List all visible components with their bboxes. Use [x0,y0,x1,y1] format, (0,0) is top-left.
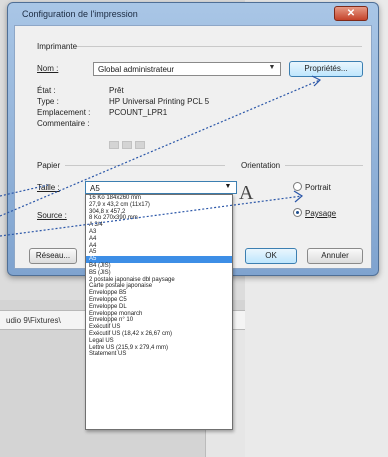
size-label: Taille : [37,183,60,192]
dropdown-option[interactable]: 27,9 x 43,2 cm (11x17) [86,202,232,209]
dropdown-option[interactable]: A 3/4 [86,222,232,229]
paper-size-dropdown-list[interactable]: 16 Ko 184x260 mm 27,9 x 43,2 cm (11x17) 30… [85,194,233,430]
dropdown-option[interactable]: Enveloppe DL [86,304,232,311]
printer-group-label: Imprimante [37,42,78,51]
type-value: HP Universal Printing PCL 5 [109,97,210,106]
dropdown-option[interactable]: A5 [86,249,232,256]
paper-group-label: Papier [37,161,61,170]
dropdown-option[interactable]: Statement US [86,351,232,358]
paper-group-divider [65,165,225,166]
orientation-group-label: Orientation [241,161,281,170]
dropdown-option[interactable]: Enveloppe n° 10 [86,317,232,324]
printer-status-icons [109,141,153,151]
chevron-down-icon: ▼ [268,64,276,71]
dropdown-option[interactable]: B4 (JIS) [86,263,232,270]
orientation-preview-icon: A [239,182,254,204]
dropdown-option[interactable]: Enveloppe C5 [86,297,232,304]
location-label: Emplacement : [37,108,91,117]
dropdown-option[interactable]: Exécutif US (18,42 x 26,67 cm) [86,331,232,338]
paper-size-value: A5 [90,184,100,193]
dropdown-option[interactable]: A5 [86,256,232,263]
dialog-title: Configuration de l'impression [22,9,138,19]
type-label: Type : [37,97,59,106]
queue-icon [135,141,145,149]
dropdown-option[interactable]: 2 postale japonaise dbl paysage [86,277,232,284]
network-button[interactable]: Réseau... [29,248,77,264]
document-icon [122,141,132,149]
dropdown-option[interactable]: A3 [86,229,232,236]
dropdown-option[interactable]: Enveloppe B5 [86,290,232,297]
status-label: État : [37,86,56,95]
printer-icon [109,141,119,149]
dropdown-option[interactable]: Lettre US (215,9 x 279,4 mm) [86,345,232,352]
orientation-group-divider [285,165,363,166]
dropdown-option[interactable]: A4 [86,236,232,243]
title-bar[interactable]: Configuration de l'impression ✕ [8,3,378,25]
printer-name-select[interactable]: Global administrateur ▼ [93,62,281,76]
background-doc-label: udio 9\Fixtures\ [6,316,61,325]
ok-button[interactable]: OK [245,248,297,264]
source-label: Source : [37,211,67,220]
dropdown-option[interactable]: B5 (JIS) [86,270,232,277]
dropdown-option[interactable]: 304,8 x 457,2 [86,209,232,216]
dropdown-option[interactable]: A4 [86,243,232,250]
dropdown-option[interactable]: Legal US [86,338,232,345]
close-icon: ✕ [346,8,356,19]
cancel-button[interactable]: Annuler [307,248,363,264]
dropdown-option[interactable]: Exécutif US [86,324,232,331]
close-button[interactable]: ✕ [334,6,368,21]
properties-button[interactable]: Propriétés... [289,61,363,77]
portrait-radio[interactable] [293,182,302,191]
printer-name-value: Global administrateur [98,65,175,74]
landscape-radio[interactable] [293,208,302,217]
portrait-label[interactable]: Portrait [305,183,331,192]
landscape-label[interactable]: Paysage [305,209,336,218]
comment-label: Commentaire : [37,119,90,128]
printer-name-label: Nom : [37,64,59,73]
dropdown-option[interactable]: Enveloppe monarch [86,311,232,318]
dropdown-option[interactable]: 8 Ko 270x390 mm [86,215,232,222]
location-value: PCOUNT_LPR1 [109,108,168,117]
printer-group-divider [77,46,362,47]
paper-size-select[interactable]: A5 ▼ [85,181,237,194]
dropdown-option[interactable]: Carte postale japonaise [86,283,232,290]
dropdown-option[interactable]: 16 Ko 184x260 mm [86,195,232,202]
chevron-down-icon: ▼ [224,183,232,190]
status-value: Prêt [109,86,124,95]
